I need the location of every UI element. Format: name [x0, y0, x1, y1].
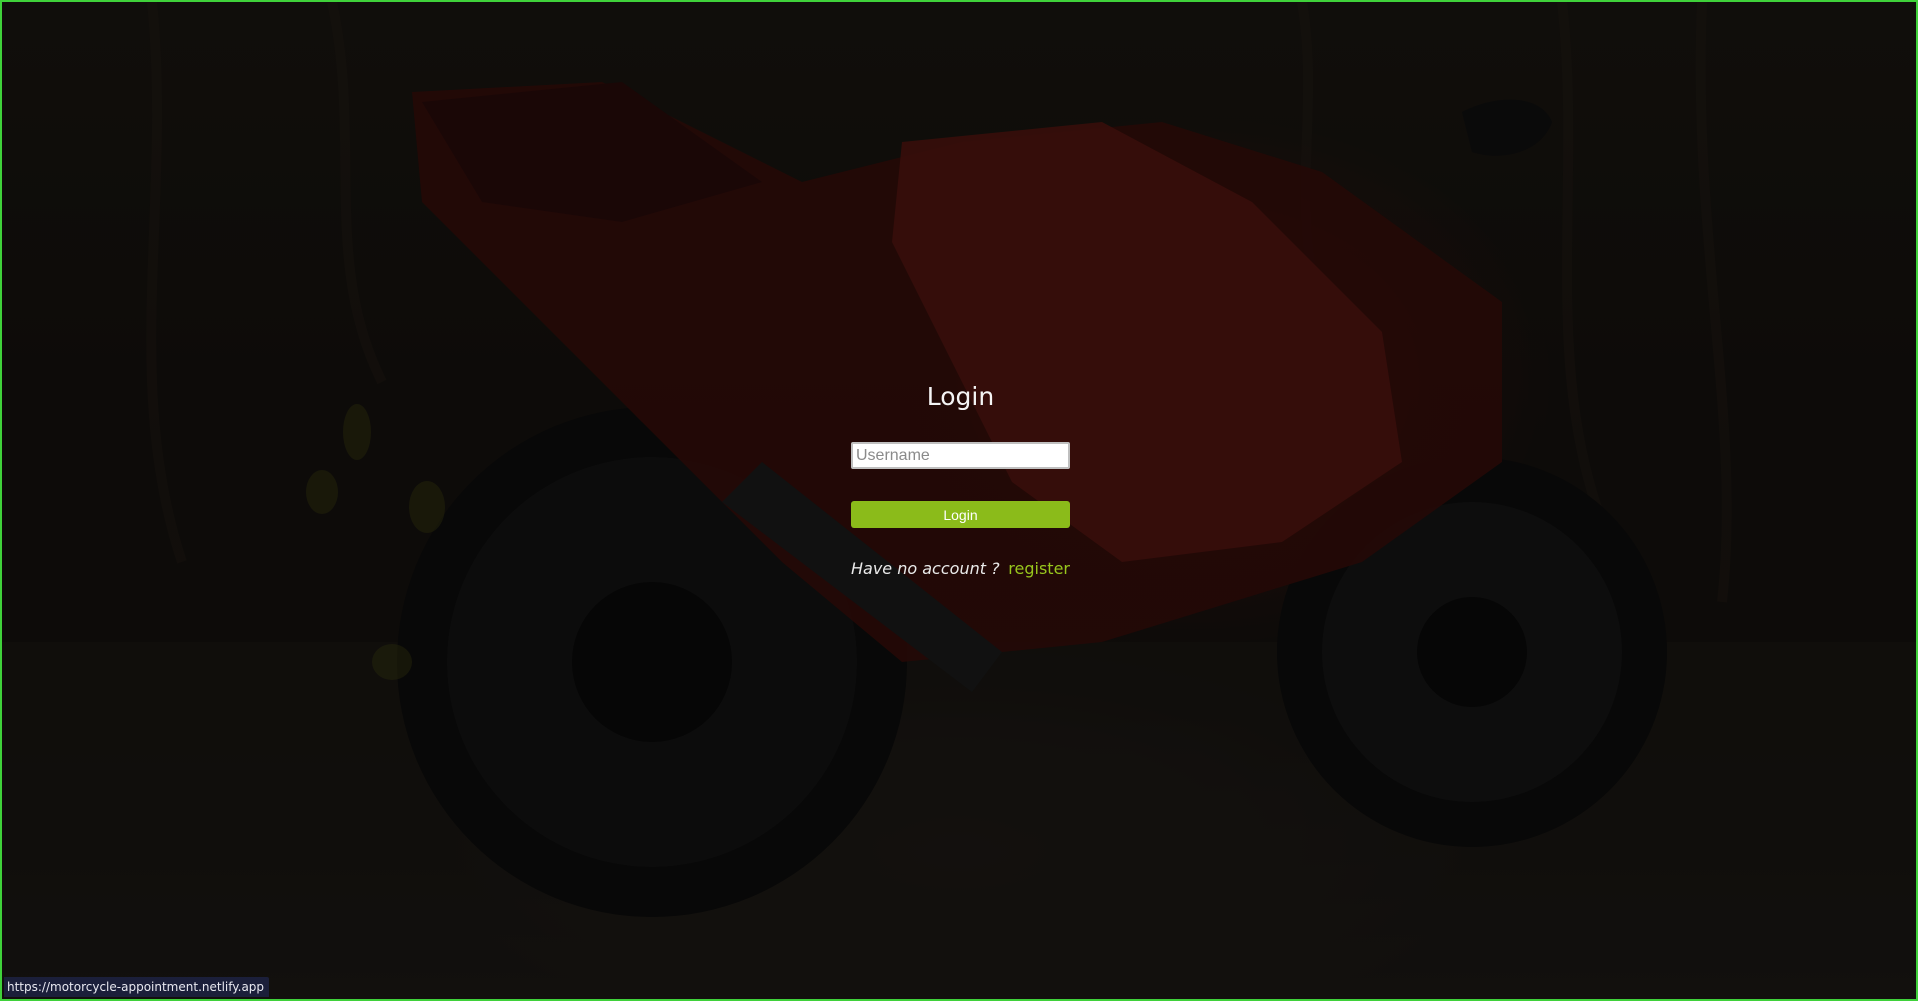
login-form: Login Login Have no account ? register	[851, 374, 1070, 580]
login-button[interactable]: Login	[851, 501, 1070, 528]
register-link[interactable]: register	[1008, 558, 1070, 580]
no-account-text: Have no account ?	[851, 559, 1000, 578]
register-prompt: Have no account ? register	[851, 558, 1070, 580]
username-input[interactable]	[851, 442, 1070, 469]
browser-viewport: Login Login Have no account ? register h…	[0, 0, 1918, 1001]
login-title: Login	[926, 382, 995, 411]
status-bar-url: https://motorcycle-appointment.netlify.a…	[4, 977, 270, 997]
